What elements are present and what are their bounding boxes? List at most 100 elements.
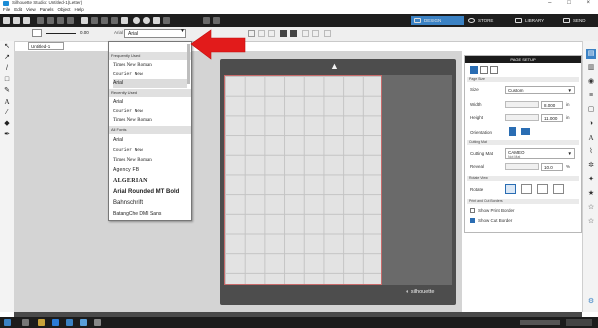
font-dropdown[interactable]: Frequently Used Times New Roman Courier … [108,41,192,221]
text-style-icon[interactable]: A [586,133,596,143]
tab-design[interactable]: DESIGN [411,16,464,25]
release-compound-icon[interactable] [312,30,319,37]
text-icon[interactable]: A [3,98,11,106]
paste-icon[interactable] [57,17,64,24]
file-explorer-icon[interactable] [38,319,45,326]
offset-icon[interactable]: ◑ [586,119,596,129]
settings-taskbar-icon[interactable] [94,319,101,326]
font-option[interactable]: Arial [113,98,187,107]
font-option[interactable]: ALGERIAN [113,177,187,186]
pan-icon[interactable] [111,17,118,24]
clock[interactable] [566,319,592,326]
close-button[interactable]: × [586,0,590,6]
copy-icon[interactable] [47,17,54,24]
minimize-button[interactable]: – [548,0,551,6]
font-option[interactable]: Arial Rounded MT Bold [113,188,187,197]
rectangle-icon[interactable]: □ [3,76,11,84]
pen-icon[interactable]: ✒ [3,131,11,139]
replicate-icon[interactable]: ▢ [586,105,596,115]
rotate-90-icon[interactable] [521,184,532,194]
shortcut-icon[interactable] [203,17,210,24]
landscape-icon[interactable] [521,128,530,135]
tab-library[interactable]: LIBRARY [512,16,567,25]
library-icon[interactable]: ▥ [586,63,596,73]
font-option[interactable]: Times New Roman [113,116,187,125]
settings-icon[interactable]: ⚙ [586,297,596,307]
height-slider[interactable] [505,114,539,121]
system-tray[interactable] [520,320,560,325]
favorite-icon[interactable]: ☆ [586,217,596,227]
line-color-swatch[interactable] [32,29,42,37]
zoom-in-icon[interactable] [133,17,140,24]
menu-view[interactable]: View [26,7,36,12]
menu-panels[interactable]: Panels [40,7,54,12]
compound-icon[interactable] [302,30,309,37]
height-field[interactable]: 11.000 [541,114,563,122]
font-option[interactable]: Courier New [113,146,187,155]
font-option[interactable]: Times New Roman [113,61,187,70]
menu-file[interactable]: File [3,7,10,12]
font-option[interactable]: Arial [113,136,187,145]
new-document-icon[interactable] [3,17,10,24]
save-icon[interactable] [23,17,30,24]
font-option[interactable]: Courier New [113,70,187,79]
line-icon[interactable]: / [3,65,11,73]
pointer-icon[interactable]: ↖ [3,43,11,51]
undo-icon[interactable] [81,17,88,24]
align-right-icon[interactable] [268,30,275,37]
group-icon[interactable] [280,30,287,37]
page-canvas[interactable] [224,75,382,285]
font-option-selected[interactable]: Arial [113,79,187,88]
cut-border-checkbox[interactable] [470,218,475,223]
silhouette-taskbar-icon[interactable] [80,319,87,326]
task-view-icon[interactable] [22,319,29,326]
line-width-icon[interactable] [46,33,76,34]
width-slider[interactable] [505,101,539,108]
maximize-button[interactable]: □ [567,0,571,6]
menu-object[interactable]: Object [57,7,70,12]
fill-color-icon[interactable]: ◉ [586,77,596,87]
grid-view-icon[interactable] [480,66,488,74]
rotate-270-icon[interactable] [553,184,564,194]
font-option[interactable]: Times New Roman [113,156,187,165]
cut-icon[interactable] [37,17,44,24]
knife-icon[interactable]: ⁄ [3,109,11,117]
size-select[interactable]: Custom ▼ [505,86,575,94]
width-field[interactable]: 8.000 [541,101,563,109]
pencil-icon[interactable]: ✎ [3,87,11,95]
font-option[interactable]: Courier New [113,107,187,116]
zoom-out-icon[interactable] [143,17,150,24]
font-option[interactable]: Agency FB [113,166,187,175]
zoom-select-icon[interactable] [163,17,170,24]
cutting-mat-select[interactable]: CAMEO Not Mat ▼ [505,148,575,159]
page-setup-icon[interactable]: ▤ [586,49,596,59]
reveal-slider[interactable] [505,163,539,170]
open-icon[interactable] [13,17,20,24]
portrait-icon[interactable] [509,127,516,136]
star-icon[interactable]: ☆ [586,203,596,213]
app-icon[interactable] [66,319,73,326]
mat-view-icon[interactable] [490,66,498,74]
document-tab[interactable]: Untitled-1 [28,42,64,50]
edge-icon[interactable] [52,319,59,326]
menu-help[interactable]: Help [75,7,84,12]
tab-store[interactable]: STORE [465,16,516,25]
chevron-down-icon[interactable]: ▼ [180,28,185,34]
print-border-checkbox[interactable] [470,208,475,213]
transform-icon[interactable]: ✲ [586,161,596,171]
send-icon[interactable]: ★ [586,189,596,199]
ungroup-icon[interactable] [290,30,297,37]
tab-send[interactable]: SEND [560,16,598,25]
delete-icon[interactable] [67,17,74,24]
font-family-input[interactable]: Arial [124,29,186,38]
rotate-180-icon[interactable] [537,184,548,194]
weld-icon[interactable] [324,30,331,37]
page-view-icon[interactable] [470,66,478,74]
modify-icon[interactable]: ✦ [586,175,596,185]
fill-icon[interactable] [213,17,220,24]
font-option[interactable]: BatangChe DMI Sans [113,210,187,219]
rotate-0-icon[interactable] [505,184,516,194]
redo-icon[interactable] [91,17,98,24]
start-icon[interactable] [4,319,11,326]
hand-icon[interactable] [121,17,128,24]
